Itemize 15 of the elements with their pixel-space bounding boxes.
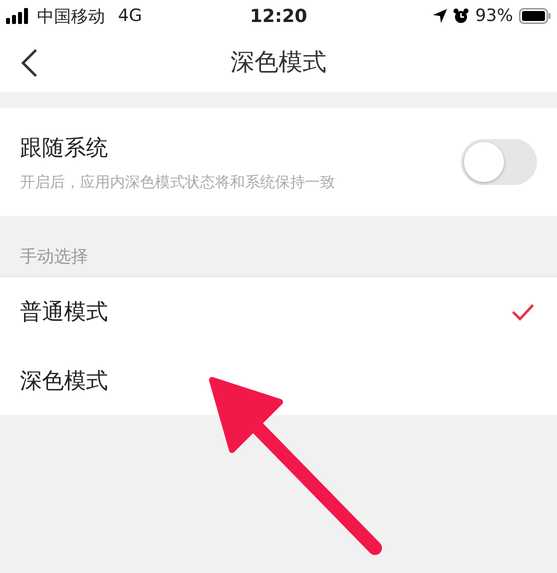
mode-option[interactable]: 深色模式 <box>0 346 557 415</box>
battery-percent: 93% <box>475 6 514 26</box>
alarm-icon <box>453 8 470 24</box>
toggle-switch[interactable] <box>461 139 537 185</box>
page-title: 深色模式 <box>230 47 328 78</box>
mode-option[interactable]: 普通模式 <box>0 277 557 346</box>
carrier-name: 中国移动 <box>37 6 105 28</box>
battery-icon <box>519 8 552 24</box>
checkmark-icon <box>511 302 535 320</box>
network-type: 4G <box>118 6 142 26</box>
location-icon <box>433 9 448 23</box>
setting-description: 开启后，应用内深色模式状态将和系统保持一致 <box>20 172 336 192</box>
clock-time: 12:20 <box>250 6 308 26</box>
setting-title: 跟随系统 <box>20 134 109 162</box>
section-header: 手动选择 <box>20 246 88 268</box>
